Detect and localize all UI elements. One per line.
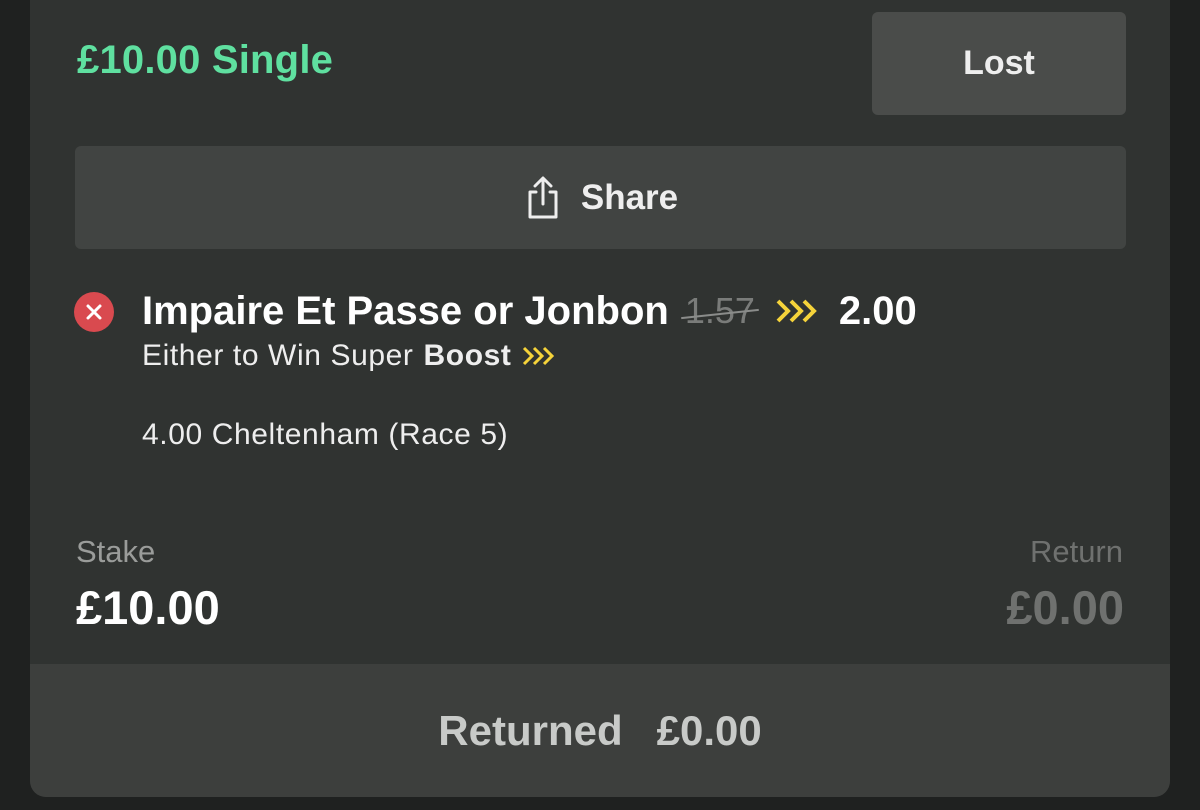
- market-line: Either to Win Super Boost: [142, 339, 556, 373]
- share-icon: [528, 176, 558, 218]
- stake-label: Stake: [76, 534, 156, 569]
- selection-name: Impaire Et Passe or Jonbon: [142, 288, 669, 333]
- event-name: 4.00 Cheltenham (Race 5): [142, 418, 509, 451]
- boost-label: Boost: [423, 339, 512, 372]
- status-badge: Lost: [872, 12, 1126, 115]
- bet-title: £10.00 Single: [77, 38, 334, 82]
- boost-arrows-icon: [522, 346, 556, 366]
- share-label: Share: [580, 177, 679, 217]
- share-button[interactable]: Share: [75, 146, 1126, 249]
- return-value: £0.00: [1006, 581, 1124, 634]
- returned-footer: Returned £0.00: [30, 664, 1170, 797]
- returned-value: £0.00: [656, 706, 762, 754]
- boosted-odds: 2.00: [838, 288, 917, 333]
- selection-row: Impaire Et Passe or Jonbon 1.57 2.00: [142, 286, 917, 336]
- boost-arrows-icon: [775, 298, 819, 324]
- bet-card: £10.00 Single Lost Share Impaire Et Pass…: [30, 0, 1170, 797]
- lost-result-icon: [74, 292, 114, 332]
- stake-value: £10.00: [76, 581, 220, 634]
- return-label: Return: [1029, 534, 1123, 569]
- market-text: Either to Win Super: [142, 339, 414, 372]
- original-odds: 1.57: [684, 290, 755, 331]
- close-icon: [86, 304, 102, 320]
- returned-label: Returned: [438, 706, 623, 754]
